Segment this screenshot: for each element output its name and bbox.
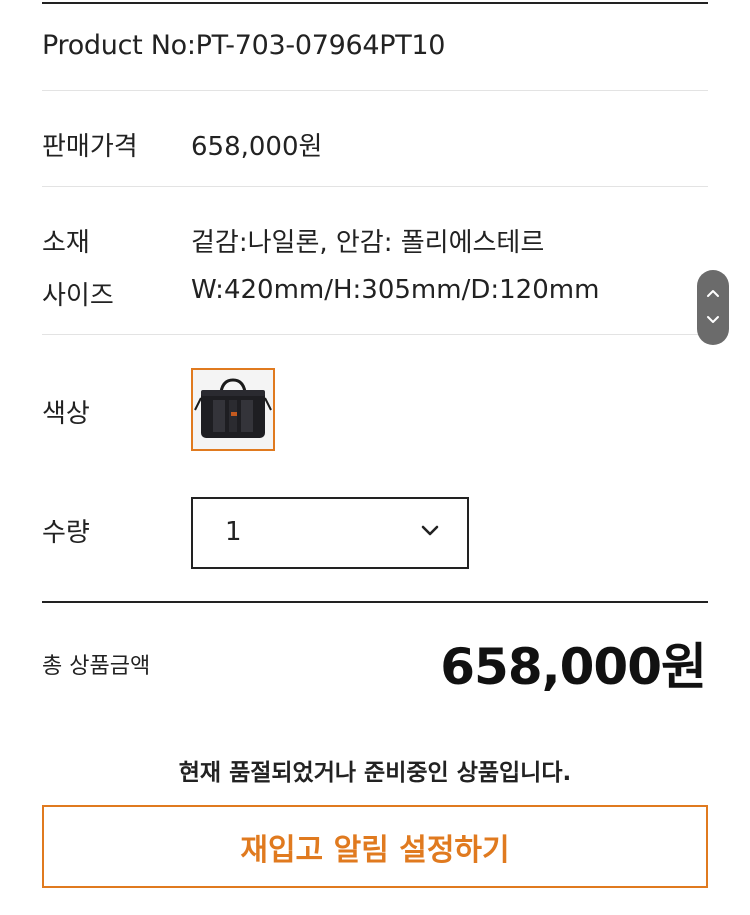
divider xyxy=(42,334,708,335)
briefcase-bag-image xyxy=(193,370,273,449)
chevron-down-icon[interactable] xyxy=(705,314,721,326)
restock-alert-button[interactable]: 재입고 알림 설정하기 xyxy=(42,805,708,888)
material-label: 소재 xyxy=(42,228,90,258)
scroll-control[interactable] xyxy=(697,270,729,345)
divider xyxy=(42,186,708,187)
product-number: Product No:PT-703-07964PT10 xyxy=(42,30,446,61)
restock-alert-button-label: 재입고 알림 설정하기 xyxy=(240,832,510,868)
top-divider xyxy=(42,2,708,4)
price-value: 658,000원 xyxy=(191,132,323,162)
divider xyxy=(42,90,708,91)
total-amount: 658,000원 xyxy=(440,638,707,696)
size-value: W:420mm/H:305mm/D:120mm xyxy=(191,275,600,305)
total-label: 총 상품금액 xyxy=(42,654,151,679)
chevron-up-icon[interactable] xyxy=(705,287,721,299)
quantity-selected-value: 1 xyxy=(225,517,242,547)
price-label: 판매가격 xyxy=(42,132,138,162)
color-swatch-option[interactable] xyxy=(191,368,275,451)
total-divider xyxy=(42,601,708,603)
quantity-select[interactable]: 1 xyxy=(191,497,469,569)
material-value: 겉감:나일론, 안감: 폴리에스테르 xyxy=(191,228,545,258)
quantity-label: 수량 xyxy=(42,518,90,548)
soldout-notice: 현재 품절되었거나 준비중인 상품입니다. xyxy=(178,760,572,786)
size-label: 사이즈 xyxy=(42,281,114,311)
chevron-down-icon xyxy=(421,525,439,536)
color-label: 색상 xyxy=(42,399,90,429)
